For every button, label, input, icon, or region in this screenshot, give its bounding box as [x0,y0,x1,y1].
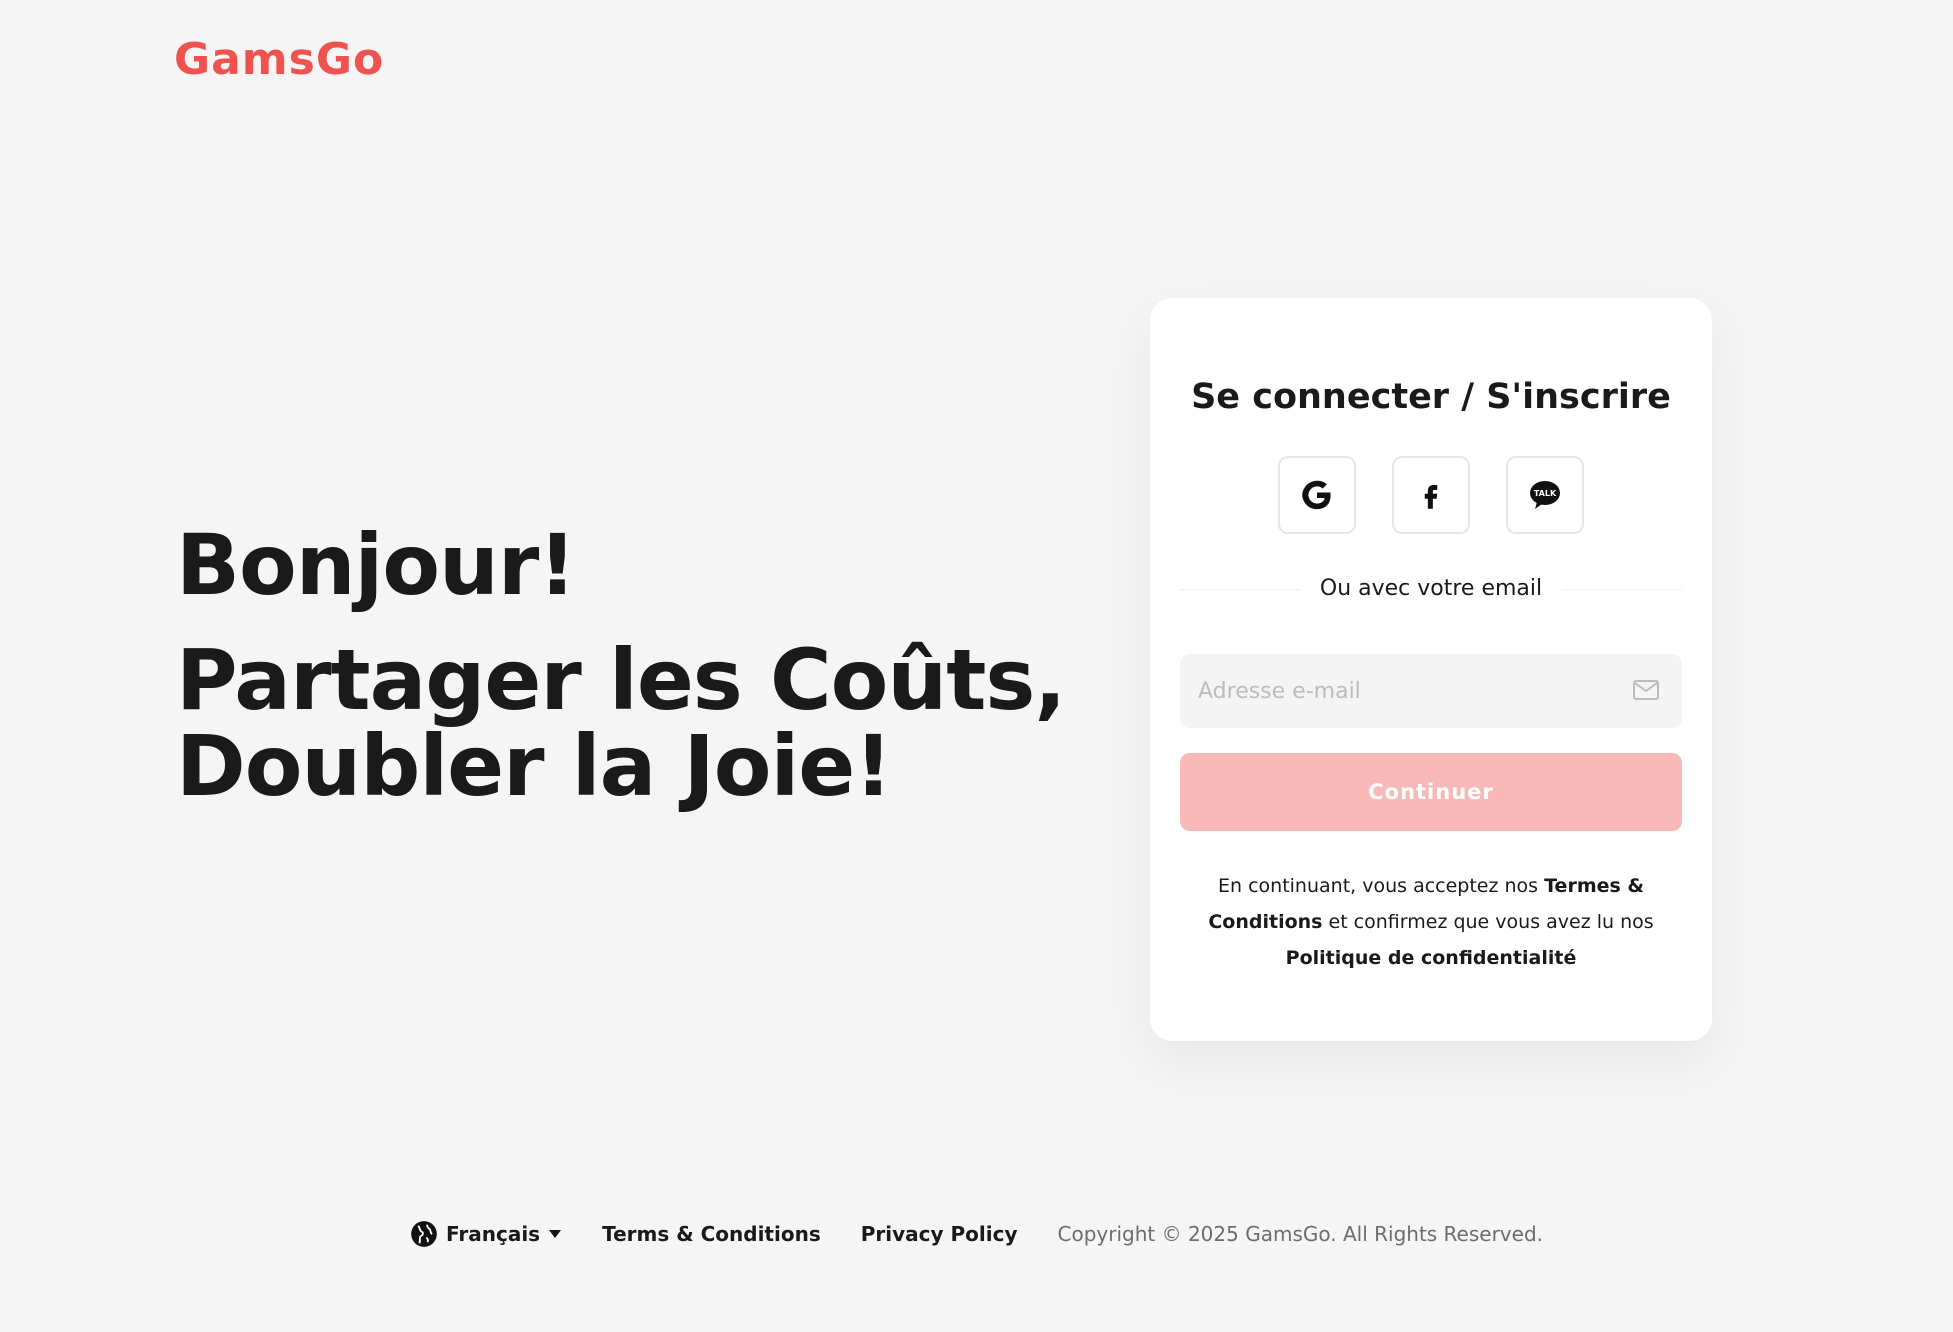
caret-down-icon [549,1230,562,1238]
globe-icon [411,1221,437,1247]
kakaotalk-login-button[interactable]: TALK [1506,456,1584,534]
footer-privacy-link[interactable]: Privacy Policy [861,1218,1018,1250]
language-selector[interactable]: Français [410,1218,562,1250]
google-login-button[interactable] [1278,456,1356,534]
hero-greeting: Bonjour! [176,516,577,614]
hero-section: Bonjour! Partager les Coûts, Doubler la … [176,515,1076,809]
divider-line-left [1180,588,1300,590]
divider-line-right [1562,588,1682,590]
kakaotalk-icon: TALK [1530,481,1560,509]
login-title: Se connecter / S'inscrire [1191,377,1671,417]
facebook-icon [1424,485,1438,509]
social-login-row: TALK [1150,456,1712,534]
hero-tagline-line1: Partager les Coûts, [176,631,1066,729]
google-icon [1302,480,1331,510]
gamsgo-logo[interactable]: GamsGo [174,30,384,90]
footer: Français Terms & Conditions Privacy Poli… [0,1218,1953,1250]
terms-prefix: En continuant, vous acceptez nos [1218,875,1545,897]
email-input[interactable] [1180,654,1600,728]
mail-icon [1633,680,1659,700]
language-label: Français [445,1222,541,1246]
continue-button[interactable]: Continuer [1180,753,1682,831]
privacy-link[interactable]: Politique de confidentialité [1286,947,1577,969]
email-divider: Ou avec votre email [1180,574,1682,604]
divider-text: Ou avec votre email [1319,576,1543,601]
terms-notice: En continuant, vous acceptez nos Termes … [1200,868,1662,976]
hero-tagline-line2: Doubler la Joie! [176,717,893,815]
login-card: Se connecter / S'inscrire TALK Ou avec v… [1150,298,1712,1041]
facebook-login-button[interactable] [1392,456,1470,534]
email-field-wrapper [1180,654,1682,728]
copyright-text: Copyright © 2025 GamsGo. All Rights Rese… [1057,1222,1544,1246]
hero-tagline: Partager les Coûts, Doubler la Joie! [176,637,1076,809]
terms-middle: et confirmez que vous avez lu nos [1322,911,1654,933]
kakaotalk-label: TALK [1534,489,1557,498]
footer-terms-link[interactable]: Terms & Conditions [602,1218,821,1250]
